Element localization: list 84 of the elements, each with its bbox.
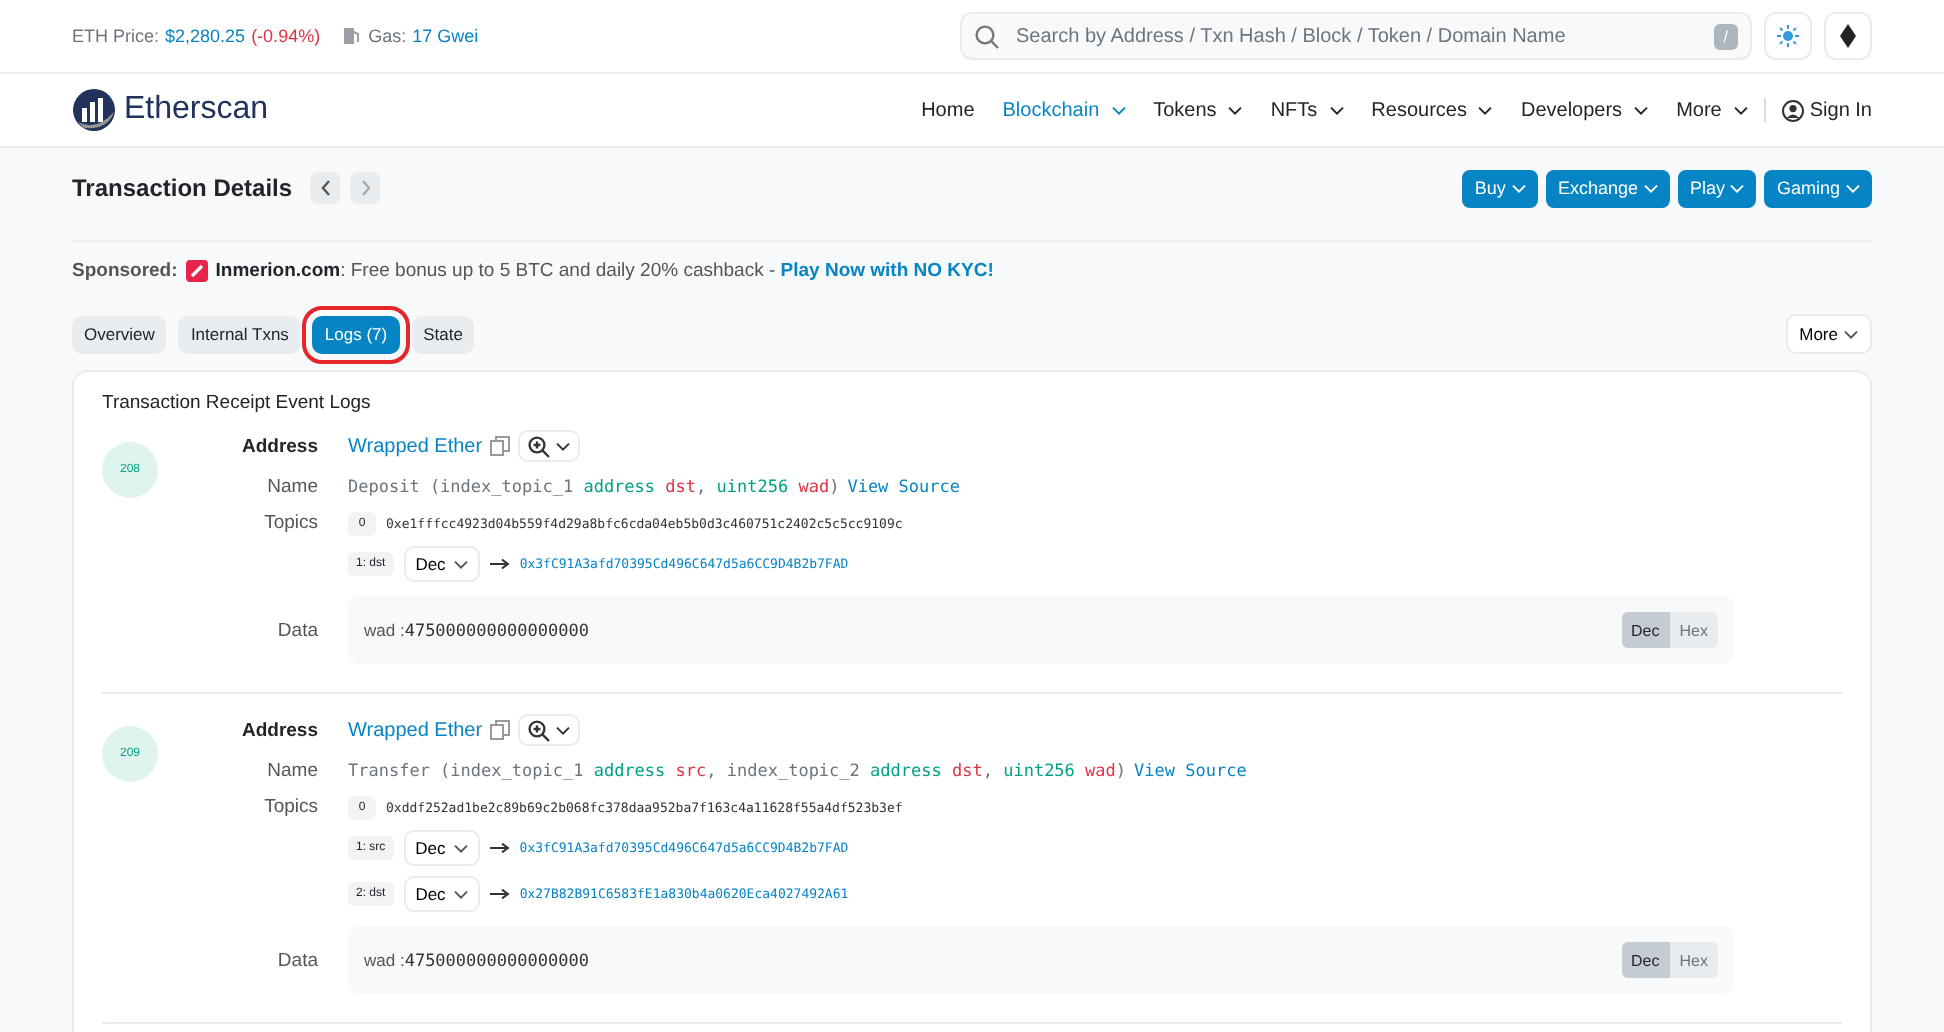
arrow-right-icon bbox=[489, 842, 510, 854]
zoom-in-icon bbox=[528, 719, 551, 741]
chevron-down-icon bbox=[1846, 183, 1860, 193]
nav-menu-item[interactable]: NFTs bbox=[1270, 99, 1344, 121]
field-label: Topics bbox=[262, 796, 318, 818]
sponsor-link[interactable]: Play Now with NO KYC! bbox=[780, 260, 994, 282]
nav-menu-item[interactable]: More bbox=[1676, 99, 1748, 121]
dropdown-button[interactable]: Buy bbox=[1462, 169, 1538, 207]
zoom-in-icon bbox=[528, 435, 551, 457]
event-signature: Deposit (index_topic_1 address dst, uint256 wad) bbox=[348, 477, 840, 497]
gas-price: 17 Gwei bbox=[412, 26, 479, 46]
chevron-down-icon bbox=[1511, 183, 1526, 193]
tab[interactable]: Logs (7) bbox=[312, 315, 400, 353]
format-dropdown[interactable]: Dec bbox=[403, 876, 480, 912]
chevron-down-icon bbox=[556, 441, 571, 451]
field-label: Data bbox=[275, 619, 318, 641]
chevron-down-icon bbox=[1844, 329, 1858, 339]
data-value: wad :475000000000000000 bbox=[364, 949, 589, 971]
copy-icon[interactable] bbox=[490, 720, 511, 740]
chevron-left-icon bbox=[319, 180, 332, 196]
format-toggle[interactable]: Dec bbox=[1621, 942, 1670, 978]
arrow-right-icon bbox=[489, 888, 510, 900]
view-source-link[interactable]: View Source bbox=[1134, 761, 1247, 781]
field-label: Address bbox=[239, 435, 318, 457]
sun-icon bbox=[1776, 24, 1800, 48]
logo-wordmark: Etherscan bbox=[124, 92, 269, 128]
format-toggle[interactable]: Dec bbox=[1621, 612, 1670, 648]
network-button[interactable] bbox=[1824, 12, 1872, 60]
keyboard-shortcut-key: / bbox=[1713, 23, 1738, 49]
field-label: Address bbox=[239, 719, 318, 741]
chevron-down-icon bbox=[453, 843, 468, 853]
field-label: Name bbox=[265, 760, 318, 782]
eth-price-change: (-0.94%) bbox=[251, 26, 321, 46]
address-link[interactable]: Wrapped Ether bbox=[348, 435, 483, 457]
nav-menu-item[interactable]: Resources bbox=[1371, 99, 1493, 121]
tab[interactable]: Internal Txns bbox=[178, 315, 301, 353]
fuel-pump-icon bbox=[342, 26, 363, 46]
user-circle-icon bbox=[1781, 99, 1804, 121]
dropdown-button[interactable]: Play bbox=[1677, 169, 1757, 207]
data-value: wad :475000000000000000 bbox=[364, 619, 589, 641]
chevron-down-icon bbox=[453, 559, 468, 569]
format-toggle[interactable]: Hex bbox=[1669, 942, 1718, 978]
sponsor-text: Inmerion.com: Free bonus up to 5 BTC and daily 20% cashback - Play Now with NO KYC! bbox=[215, 260, 994, 282]
tab[interactable]: Overview bbox=[72, 315, 167, 353]
event-signature: Transfer (index_topic_1 address src, index_topic_2 address dst, uint256 wad) bbox=[348, 761, 1127, 781]
diamond-icon bbox=[1840, 24, 1856, 48]
copy-icon[interactable] bbox=[490, 436, 511, 456]
nav-menu-item[interactable]: Home bbox=[921, 99, 975, 121]
zoom-dropdown-button[interactable] bbox=[518, 714, 581, 746]
eth-price-label: ETH Price: bbox=[72, 26, 160, 46]
address-link[interactable]: Wrapped Ether bbox=[348, 719, 483, 741]
eth-price: $2,280.25 bbox=[165, 26, 246, 46]
zoom-dropdown-button[interactable] bbox=[518, 430, 581, 462]
format-dropdown[interactable]: Dec bbox=[403, 830, 480, 866]
logo-icon bbox=[72, 88, 116, 132]
field-label: Topics bbox=[262, 512, 318, 534]
dropdown-button[interactable]: Exchange bbox=[1545, 169, 1670, 207]
chevron-down-icon bbox=[556, 725, 571, 735]
field-label: Data bbox=[275, 949, 318, 971]
section-title: Transaction Receipt Event Logs bbox=[102, 392, 373, 414]
page-title: Transaction Details bbox=[72, 174, 293, 202]
search-field[interactable]: Search by Address / Txn Hash / Block / Token / Domain Name bbox=[1012, 23, 1702, 49]
chevron-down-icon bbox=[1730, 183, 1745, 193]
theme-toggle-button[interactable] bbox=[1764, 12, 1812, 60]
previous-button[interactable] bbox=[310, 172, 341, 204]
search-icon bbox=[974, 23, 1000, 49]
chevron-down-icon bbox=[1643, 183, 1658, 193]
nav-menu-item[interactable]: Developers bbox=[1520, 99, 1649, 121]
format-dropdown[interactable]: Dec bbox=[403, 546, 480, 582]
dropdown-button[interactable]: Gaming bbox=[1764, 169, 1872, 207]
chevron-right-icon bbox=[359, 180, 372, 196]
field-label: Name bbox=[265, 476, 318, 498]
tab[interactable]: State bbox=[411, 315, 475, 353]
view-source-link[interactable]: View Source bbox=[847, 477, 960, 497]
nav-menu-item[interactable]: Tokens bbox=[1153, 99, 1243, 121]
more-button[interactable]: More bbox=[1785, 314, 1872, 354]
sign-in-link[interactable]: Sign In bbox=[1781, 99, 1872, 121]
sponsored-label: Sponsored: bbox=[72, 260, 178, 282]
brand-logo-icon bbox=[185, 260, 208, 282]
chevron-down-icon bbox=[453, 889, 468, 899]
nav-menu-item[interactable]: Blockchain bbox=[1002, 99, 1126, 121]
format-toggle[interactable]: Hex bbox=[1669, 612, 1718, 648]
arrow-right-icon bbox=[489, 558, 510, 570]
gas-label: Gas: bbox=[368, 26, 407, 46]
